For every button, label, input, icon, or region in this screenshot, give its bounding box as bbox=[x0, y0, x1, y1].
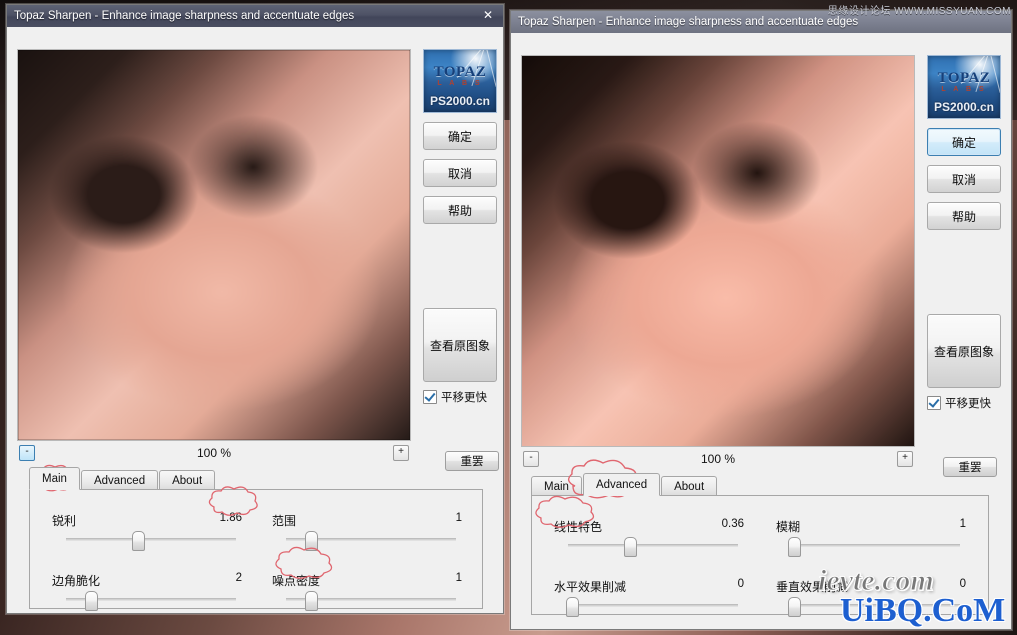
zoom-level-label: 100 % bbox=[196, 446, 232, 460]
left-zoom-bar: - 100 % + bbox=[19, 445, 409, 461]
slider-track[interactable] bbox=[788, 597, 960, 617]
right-image-preview[interactable] bbox=[521, 55, 915, 447]
right-titlebar: Topaz Sharpen - Enhance image sharpness … bbox=[511, 11, 1011, 34]
logo-sub-text: L A B S bbox=[941, 86, 987, 93]
topaz-labs-logo: TOPAZ L A B S PS2000.cn bbox=[423, 49, 497, 113]
reset-button[interactable]: 重罢 bbox=[943, 457, 997, 477]
ok-button[interactable]: 确定 bbox=[423, 122, 497, 150]
slider-value: 0 bbox=[959, 578, 966, 590]
tab-advanced[interactable]: Advanced bbox=[80, 470, 159, 490]
slider-track[interactable] bbox=[286, 591, 456, 611]
tab-about[interactable]: About bbox=[661, 476, 718, 496]
slider-track[interactable] bbox=[568, 537, 738, 557]
right-settings-panel: 线性特色 0.36 模糊 1 水平效果削减 0 垂直效果削减 0 bbox=[531, 495, 989, 617]
help-button[interactable]: 帮助 bbox=[423, 196, 497, 224]
slider-track[interactable] bbox=[286, 531, 456, 551]
pan-faster-label: 平移更快 bbox=[945, 398, 991, 410]
left-image-preview[interactable] bbox=[17, 49, 411, 441]
logo-brand-text: TOPAZ bbox=[433, 64, 487, 80]
slider-thumb[interactable] bbox=[566, 597, 580, 617]
slider-thumb[interactable] bbox=[304, 531, 318, 551]
pan-faster-checkbox-row[interactable]: 平移更快 bbox=[927, 395, 999, 411]
slider-value: 1 bbox=[455, 512, 462, 524]
slider-thumb[interactable] bbox=[132, 531, 146, 551]
cancel-button[interactable]: 取消 bbox=[927, 165, 1001, 193]
view-original-image-button[interactable]: 查看原图象 bbox=[927, 314, 1001, 388]
topaz-labs-logo: TOPAZ L A B S PS2000.cn bbox=[927, 55, 1001, 119]
view-original-image-button[interactable]: 查看原图象 bbox=[423, 308, 497, 382]
slider-label: 模糊 bbox=[776, 520, 801, 534]
slider-track[interactable] bbox=[66, 531, 236, 551]
left-side-toolbar: TOPAZ L A B S PS2000.cn 确定 取消 帮助 查看原图象 平… bbox=[423, 49, 497, 405]
pan-faster-checkbox-row[interactable]: 平移更快 bbox=[423, 389, 495, 405]
pan-faster-checkbox[interactable] bbox=[423, 390, 437, 404]
slider-thumb[interactable] bbox=[788, 597, 802, 617]
left-window-body: TOPAZ L A B S PS2000.cn 确定 取消 帮助 查看原图象 平… bbox=[7, 27, 503, 613]
slider-label: 水平效果削减 bbox=[554, 580, 627, 594]
close-icon[interactable]: ✕ bbox=[479, 7, 497, 23]
left-titlebar: Topaz Sharpen - Enhance image sharpness … bbox=[7, 5, 503, 28]
slider-label: 范围 bbox=[272, 514, 297, 528]
slider-value: 1 bbox=[959, 518, 966, 530]
zoom-out-button[interactable]: - bbox=[19, 445, 35, 461]
slider-label: 噪点密度 bbox=[272, 574, 321, 588]
logo-site-text: PS2000.cn bbox=[429, 94, 491, 108]
slider-value: 2 bbox=[235, 572, 242, 584]
slider-track[interactable] bbox=[566, 597, 738, 617]
slider-value: 0.36 bbox=[721, 518, 744, 530]
left-dialog-window: Topaz Sharpen - Enhance image sharpness … bbox=[6, 4, 504, 614]
slider-thumb[interactable] bbox=[84, 591, 98, 611]
slider-label: 垂直效果削减 bbox=[776, 580, 849, 594]
tab-main[interactable]: Main bbox=[531, 476, 582, 496]
logo-site-text: PS2000.cn bbox=[933, 100, 995, 114]
right-zoom-bar: - 100 % + bbox=[523, 451, 913, 467]
right-window-body: TOPAZ L A B S PS2000.cn 确定 取消 帮助 查看原图象 平… bbox=[511, 33, 1011, 629]
left-tab-strip: Main Advanced About bbox=[29, 467, 216, 490]
preview-photo-soft bbox=[18, 50, 410, 440]
slider-label: 锐利 bbox=[52, 514, 77, 528]
tab-about[interactable]: About bbox=[159, 470, 216, 490]
right-side-toolbar: TOPAZ L A B S PS2000.cn 确定 取消 帮助 查看原图象 平… bbox=[927, 55, 1001, 411]
screenshot-root: Topaz Sharpen - Enhance image sharpness … bbox=[0, 0, 1017, 635]
right-window-title: Topaz Sharpen - Enhance image sharpness … bbox=[518, 16, 859, 28]
ok-button[interactable]: 确定 bbox=[927, 128, 1001, 156]
pan-faster-label: 平移更快 bbox=[441, 392, 487, 404]
slider-thumb[interactable] bbox=[304, 591, 318, 611]
zoom-level-label: 100 % bbox=[700, 452, 736, 466]
logo-sub-text: L A B S bbox=[437, 80, 483, 87]
right-dialog-window: Topaz Sharpen - Enhance image sharpness … bbox=[510, 10, 1012, 630]
zoom-in-button[interactable]: + bbox=[393, 445, 409, 461]
left-window-title: Topaz Sharpen - Enhance image sharpness … bbox=[14, 10, 355, 22]
slider-label: 边角脆化 bbox=[52, 574, 101, 588]
left-settings-panel: 锐利 1.86 范围 1 边角脆化 2 噪点密度 1 bbox=[29, 489, 483, 611]
pan-faster-checkbox[interactable] bbox=[927, 396, 941, 410]
slider-track[interactable] bbox=[66, 591, 236, 611]
help-button[interactable]: 帮助 bbox=[927, 202, 1001, 230]
tab-advanced[interactable]: Advanced bbox=[582, 473, 661, 496]
slider-value: 0 bbox=[737, 578, 744, 590]
tab-main[interactable]: Main bbox=[29, 467, 80, 490]
slider-thumb[interactable] bbox=[624, 537, 638, 557]
slider-track[interactable] bbox=[788, 537, 960, 557]
reset-button[interactable]: 重罢 bbox=[445, 451, 499, 471]
logo-brand-text: TOPAZ bbox=[937, 70, 991, 86]
preview-photo-sharpened bbox=[522, 56, 914, 446]
right-tab-strip: Main Advanced About bbox=[531, 473, 718, 496]
slider-thumb[interactable] bbox=[788, 537, 802, 557]
zoom-out-button[interactable]: - bbox=[523, 451, 539, 467]
zoom-in-button[interactable]: + bbox=[897, 451, 913, 467]
slider-value: 1.86 bbox=[219, 512, 242, 524]
cancel-button[interactable]: 取消 bbox=[423, 159, 497, 187]
slider-value: 1 bbox=[455, 572, 462, 584]
slider-label: 线性特色 bbox=[554, 520, 603, 534]
